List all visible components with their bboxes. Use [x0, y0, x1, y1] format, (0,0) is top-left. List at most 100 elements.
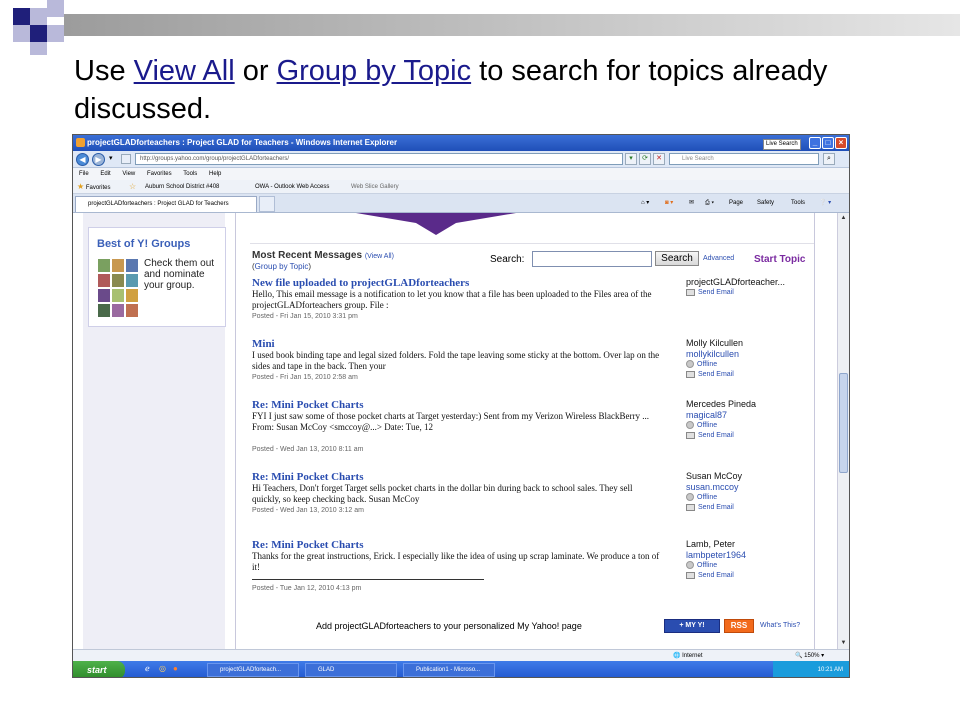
message-posted: Posted - Wed Jan 13, 2010 8:11 am	[252, 446, 364, 453]
menu-view[interactable]: View	[122, 168, 135, 180]
start-topic-link[interactable]: Start Topic	[754, 254, 805, 265]
add-to-my-yahoo-button[interactable]: + MY Y!	[664, 619, 720, 633]
scroll-up-icon[interactable]: ▲	[838, 213, 849, 223]
author-name: projectGLADforteacher...	[686, 277, 786, 287]
quick-launch-outlook-icon[interactable]: ◎	[159, 664, 166, 673]
send-email-link[interactable]: Send Email	[686, 370, 826, 380]
help-icon[interactable]: ❔ ▾	[819, 198, 831, 208]
send-email-link[interactable]: Send Email	[686, 431, 826, 441]
close-button[interactable]: ×	[835, 137, 847, 149]
author-profile-link[interactable]: magical87	[686, 410, 826, 421]
mail-icon[interactable]: ✉	[689, 198, 694, 208]
envelope-icon	[686, 370, 695, 378]
deco-square-light	[30, 8, 47, 25]
send-email-link[interactable]: Send Email	[686, 571, 826, 581]
message-subject-link[interactable]: New file uploaded to projectGLADforteach…	[252, 277, 469, 289]
group-by-topic-link[interactable]: Group by Topic	[255, 262, 309, 271]
taskbar-item-publication[interactable]: Publication1 - Microso...	[403, 663, 495, 677]
best-of-groups-title: Best of Y! Groups	[97, 238, 191, 250]
message-preview: Thanks for the great instructions, Erick…	[252, 551, 660, 572]
start-button[interactable]: start	[73, 661, 125, 677]
search-icon[interactable]: ⌕	[823, 153, 835, 165]
group-by-topic-link[interactable]: Group by Topic	[277, 55, 472, 87]
refresh-icon[interactable]: ⟳	[639, 153, 651, 165]
live-search-input[interactable]: Live Search	[669, 153, 819, 165]
page-icon	[121, 154, 131, 164]
quick-launch-firefox-icon[interactable]: ●	[173, 664, 178, 673]
presence-status: Offline	[686, 421, 826, 431]
quick-launch-ie-icon[interactable]: ℯ	[145, 664, 150, 673]
menu-file[interactable]: File	[79, 168, 89, 180]
message-subject-link[interactable]: Re: Mini Pocket Charts	[252, 471, 364, 483]
favorites-button[interactable]: ★ Favorites	[77, 180, 111, 195]
rss-button[interactable]: RSS	[724, 619, 754, 633]
author-profile-link[interactable]: lambpeter1964	[686, 550, 826, 561]
minimize-button[interactable]: _	[809, 137, 821, 149]
whats-this-link[interactable]: What's This?	[760, 622, 800, 629]
deco-square-light	[13, 25, 30, 42]
best-of-groups-text: Check them out and nominate your group.	[144, 258, 215, 291]
divider	[252, 579, 484, 580]
left-sidebar: Best of Y! Groups Check them out and nom…	[83, 213, 226, 649]
best-of-groups-box[interactable]: Best of Y! Groups Check them out and nom…	[88, 227, 226, 327]
history-dropdown-icon[interactable]: ▾	[109, 154, 113, 162]
back-icon[interactable]: ◀	[76, 153, 89, 166]
print-icon[interactable]: ⎙ ▾	[705, 198, 714, 208]
presence-status: Offline	[686, 493, 826, 503]
page-menu[interactable]: Page	[729, 198, 743, 208]
menu-favorites[interactable]: Favorites	[147, 168, 172, 180]
favorite-link-web-slice[interactable]: Web Slice Gallery	[351, 180, 399, 194]
maximize-button[interactable]: □	[822, 137, 834, 149]
author-name: Molly Kilcullen	[686, 338, 744, 348]
advanced-search-link[interactable]: Advanced	[703, 255, 734, 262]
tab-active[interactable]: projectGLADforteachers : Project GLAD fo…	[75, 196, 257, 212]
deco-square-navy	[30, 25, 47, 42]
safety-menu[interactable]: Safety	[757, 198, 774, 208]
deco-grey-bar	[64, 14, 960, 36]
presence-status: Offline	[686, 561, 826, 571]
dropdown-icon[interactable]: ▾	[625, 153, 637, 165]
menu-help[interactable]: Help	[209, 168, 221, 180]
stop-icon[interactable]: ✕	[653, 153, 665, 165]
send-email-link[interactable]: Send Email	[686, 288, 826, 298]
message-author: Mercedes Pineda magical87 Offline Send E…	[686, 399, 826, 441]
send-email-link[interactable]: Send Email	[686, 503, 826, 513]
message-subject-link[interactable]: Re: Mini Pocket Charts	[252, 399, 364, 411]
envelope-icon	[686, 503, 695, 511]
search-button[interactable]: Search	[655, 251, 699, 266]
author-profile-link[interactable]: susan.mccoy	[686, 482, 826, 493]
view-all-link[interactable]: View All	[367, 253, 391, 260]
menu-edit[interactable]: Edit	[100, 168, 110, 180]
tools-menu[interactable]: Tools	[791, 198, 805, 208]
slide-title: Use View All or Group by Topic to search…	[74, 55, 828, 125]
envelope-icon	[686, 288, 695, 296]
search-label: Search:	[490, 254, 525, 265]
scrollbar-thumb[interactable]	[839, 373, 848, 473]
taskbar-item-ie[interactable]: projectGLADforteach...	[207, 663, 299, 677]
new-tab-button[interactable]	[259, 196, 275, 212]
live-search-label: Live Search	[763, 139, 801, 150]
presence-icon	[686, 561, 694, 570]
window-titlebar: projectGLADforteachers : Project GLAD fo…	[73, 135, 849, 151]
favorites-bar: ★ Favorites ☆ Auburn School District #40…	[73, 180, 849, 194]
add-favorite-icon[interactable]: ☆	[129, 180, 136, 195]
message-subject-link[interactable]: Mini	[252, 338, 275, 350]
group-by-topic-wrapper: (Group by Topic)	[252, 262, 312, 271]
rss-icon[interactable]: ◙ ▾	[665, 198, 673, 208]
scroll-down-icon[interactable]: ▼	[838, 638, 849, 648]
vertical-scrollbar[interactable]: ▲ ▼	[837, 213, 849, 649]
message-search-input[interactable]	[532, 251, 652, 267]
address-input[interactable]: http://groups.yahoo.com/group/projectGLA…	[135, 153, 623, 165]
home-icon[interactable]: ⌂ ▾	[641, 198, 649, 208]
author-profile-link[interactable]: mollykilcullen	[686, 349, 826, 360]
favorite-link-auburn[interactable]: Auburn School District #408	[145, 180, 219, 194]
forward-icon[interactable]: ▶	[92, 153, 105, 166]
message-author: Susan McCoy susan.mccoy Offline Send Ema…	[686, 471, 826, 513]
favorite-link-owa[interactable]: OWA - Outlook Web Access	[255, 180, 329, 194]
message-posted: Posted - Wed Jan 13, 2010 3:12 am	[252, 507, 364, 514]
message-subject-link[interactable]: Re: Mini Pocket Charts	[252, 539, 364, 551]
menu-bar: File Edit View Favorites Tools Help	[73, 168, 849, 180]
view-all-link[interactable]: View All	[134, 55, 235, 87]
menu-tools[interactable]: Tools	[183, 168, 197, 180]
taskbar-item-glad[interactable]: GLAD	[305, 663, 397, 677]
